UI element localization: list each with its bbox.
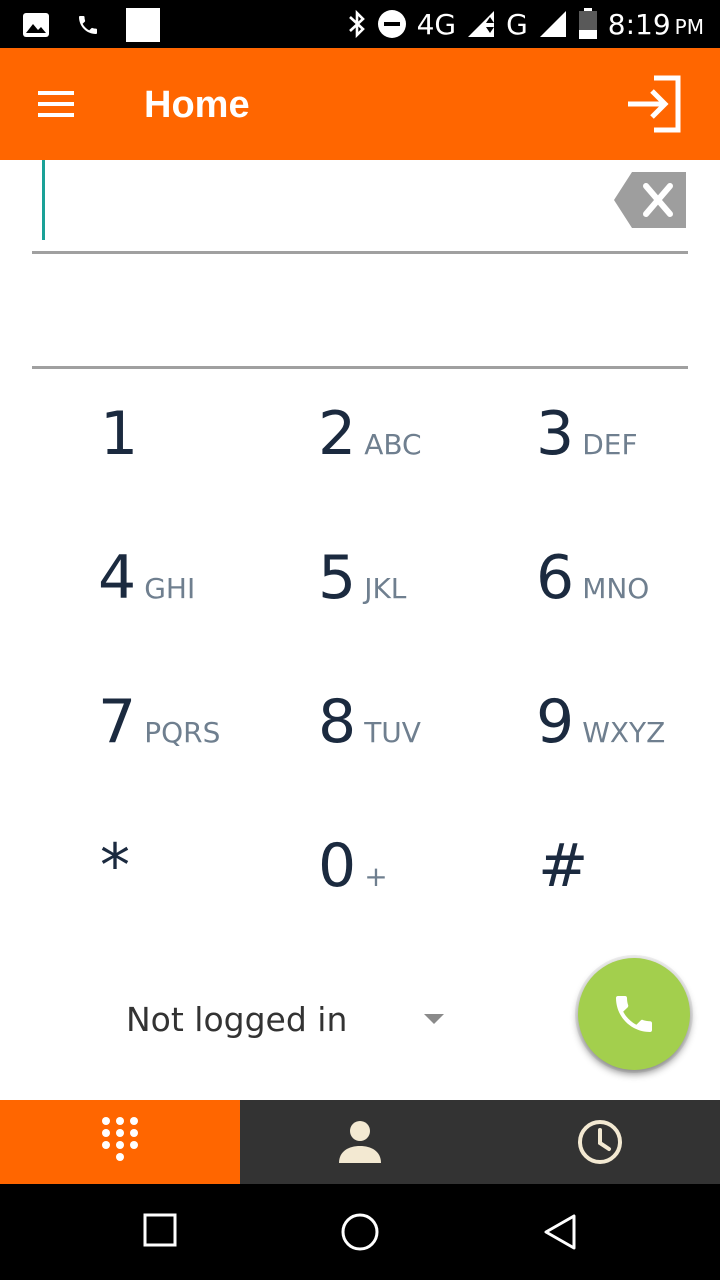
back-triangle-icon — [544, 1214, 576, 1250]
bottom-tab-bar — [0, 1100, 720, 1184]
phone-icon — [616, 996, 652, 1032]
key-9[interactable]: 9 WXYZ — [536, 692, 665, 812]
history-clock-icon — [578, 1120, 622, 1164]
tab-dialpad[interactable] — [0, 1100, 240, 1184]
key-digit: 5 — [318, 543, 357, 613]
key-digit: 8 — [318, 687, 357, 757]
key-5[interactable]: 5 JKL — [318, 548, 406, 668]
backspace-button[interactable] — [614, 172, 688, 228]
login-icon — [628, 75, 681, 133]
key-letters: PQRS — [144, 716, 221, 749]
key-digit: 1 — [100, 399, 139, 469]
key-digit: 0 — [318, 831, 357, 901]
signal-g-icon — [539, 11, 566, 37]
account-label: Not logged in — [126, 1000, 348, 1039]
hamburger-menu-icon — [38, 91, 74, 117]
bluetooth-icon — [348, 9, 365, 39]
recent-apps-icon — [143, 1213, 177, 1247]
clock: 8:19 PM — [608, 8, 704, 41]
key-digit: 2 — [318, 399, 357, 469]
key-digit: # — [538, 831, 589, 901]
page-title: Home — [144, 84, 250, 126]
key-3[interactable]: 3 DEF — [536, 404, 638, 524]
back-button[interactable] — [540, 1212, 580, 1252]
key-1[interactable]: 1 — [100, 404, 146, 524]
tab-contacts[interactable] — [240, 1100, 480, 1184]
key-digit: 4 — [98, 543, 137, 613]
dialpad-icon — [102, 1117, 138, 1161]
key-digit: 9 — [536, 687, 575, 757]
text-caret — [42, 160, 45, 240]
key-6[interactable]: 6 MNO — [536, 548, 649, 668]
login-button[interactable] — [624, 74, 684, 134]
key-digit: 7 — [98, 687, 137, 757]
backspace-icon — [614, 172, 686, 228]
dropdown-arrow-icon — [424, 1014, 444, 1024]
key-hash[interactable]: # — [538, 836, 596, 956]
key-digit: * — [100, 831, 130, 901]
key-2[interactable]: 2 ABC — [318, 404, 422, 524]
key-letters: TUV — [364, 716, 421, 749]
key-letters: WXYZ — [582, 716, 666, 749]
key-digit: 6 — [536, 543, 575, 613]
contacts-icon — [339, 1121, 381, 1163]
key-letters: + — [364, 860, 388, 893]
key-4[interactable]: 4 GHI — [98, 548, 195, 668]
signal-4g-icon — [468, 11, 495, 37]
network-g-label: G — [506, 7, 528, 41]
home-button[interactable] — [340, 1212, 380, 1252]
clock-time: 8:19 — [607, 7, 671, 41]
blank-notification-icon — [126, 8, 160, 42]
phone-number-input[interactable] — [52, 160, 612, 240]
tab-history[interactable] — [480, 1100, 720, 1184]
key-7[interactable]: 7 PQRS — [98, 692, 220, 812]
system-navigation-bar — [0, 1184, 720, 1280]
key-digit: 3 — [536, 399, 575, 469]
battery-icon — [578, 8, 597, 39]
divider — [32, 366, 688, 369]
recent-apps-button[interactable] — [142, 1212, 182, 1252]
clock-ampm: PM — [674, 14, 704, 39]
phone-notification-icon — [79, 16, 97, 34]
number-field[interactable] — [32, 160, 688, 254]
menu-button[interactable] — [36, 88, 76, 120]
key-star[interactable]: * — [100, 836, 138, 956]
key-letters: DEF — [582, 428, 638, 461]
key-letters: GHI — [144, 572, 196, 605]
do-not-disturb-icon — [377, 10, 406, 38]
key-letters: ABC — [364, 428, 422, 461]
home-circle-icon — [341, 1213, 379, 1251]
key-0[interactable]: 0 + — [318, 836, 388, 956]
key-letters: MNO — [582, 572, 650, 605]
gallery-notification-icon — [23, 13, 49, 37]
status-bar: 4G G 8:19 PM — [0, 0, 720, 48]
app-bar: Home — [0, 48, 720, 160]
key-8[interactable]: 8 TUV — [318, 692, 421, 812]
call-button[interactable] — [578, 958, 690, 1070]
key-letters: JKL — [364, 572, 407, 605]
account-selector[interactable]: Not logged in — [126, 996, 456, 1046]
network-4g-label: 4G — [416, 7, 457, 41]
